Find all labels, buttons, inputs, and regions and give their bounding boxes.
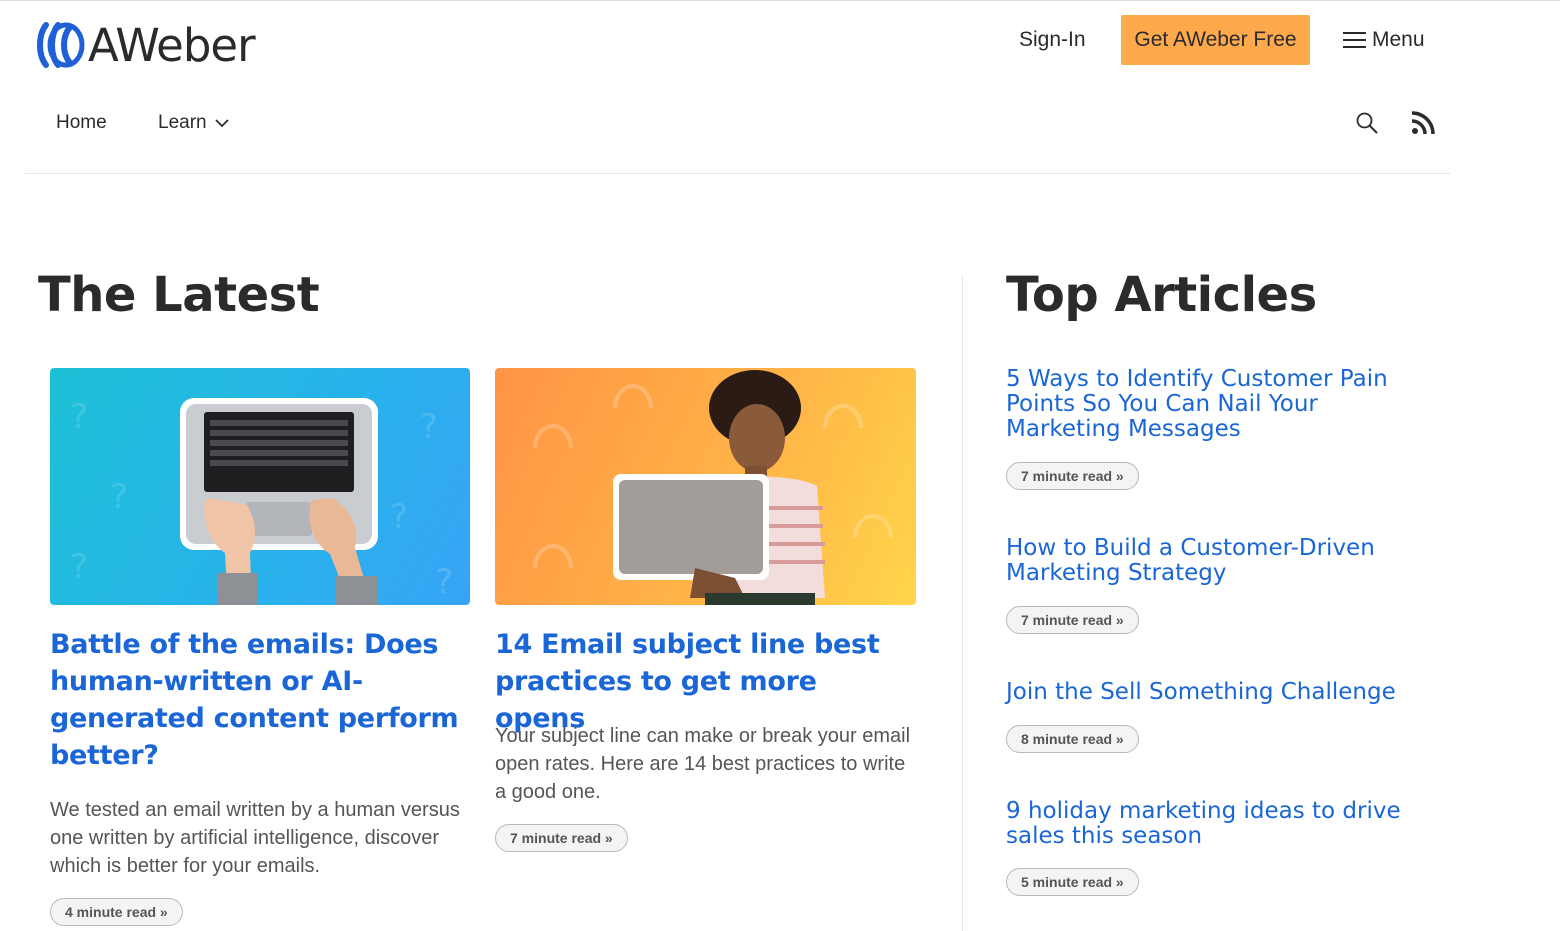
header-divider: [25, 173, 1450, 174]
svg-text:?: ?: [70, 397, 88, 437]
woman-laptop-illustration: [533, 370, 893, 605]
get-aweber-free-button[interactable]: Get AWeber Free: [1121, 15, 1310, 65]
read-time-badge[interactable]: 7 minute read »: [495, 824, 628, 852]
nav-learn-label: Learn: [158, 112, 207, 133]
article-image-laptop-hands[interactable]: ? ? ? ? ? ?: [50, 368, 470, 605]
svg-text:?: ?: [420, 407, 438, 447]
article-excerpt: Your subject line can make or break your…: [495, 725, 911, 803]
svg-text:?: ?: [110, 477, 128, 517]
aweber-wave-icon: [37, 22, 85, 68]
top-articles-heading: Top Articles: [1006, 267, 1317, 323]
read-time-badge[interactable]: 5 minute read »: [1006, 868, 1139, 896]
menu-button[interactable]: Menu: [1343, 28, 1425, 52]
aweber-logo[interactable]: AWeber: [36, 19, 276, 71]
article-title-battle-of-emails[interactable]: Battle of the emails: Does human-written…: [50, 626, 470, 774]
nav-home-link[interactable]: Home: [56, 112, 107, 134]
menu-label: Menu: [1372, 28, 1425, 51]
top-article-link[interactable]: How to Build a Customer-Driven Marketing…: [1006, 536, 1406, 586]
article-image-woman-laptop[interactable]: [495, 368, 916, 605]
top-article-link[interactable]: 9 holiday marketing ideas to drive sales…: [1006, 799, 1406, 849]
nav-learn-dropdown[interactable]: Learn: [158, 112, 229, 134]
top-article-link[interactable]: Join the Sell Something Challenge: [1006, 680, 1406, 705]
latest-heading: The Latest: [38, 267, 320, 323]
svg-text:?: ?: [70, 547, 88, 587]
laptop-illustration: ? ? ? ? ? ?: [70, 397, 453, 605]
svg-text:?: ?: [390, 497, 408, 537]
article-title-subject-lines[interactable]: 14 Email subject line best practices to …: [495, 626, 915, 737]
read-time-badge[interactable]: 7 minute read »: [1006, 606, 1139, 634]
rss-icon[interactable]: [1411, 111, 1435, 135]
hamburger-icon: [1343, 32, 1366, 48]
svg-text:?: ?: [435, 562, 453, 602]
read-time-badge[interactable]: 8 minute read »: [1006, 725, 1139, 753]
search-icon[interactable]: [1355, 111, 1379, 135]
read-time-badge[interactable]: 4 minute read »: [50, 898, 183, 926]
read-time-badge[interactable]: 7 minute read »: [1006, 462, 1139, 490]
article-excerpt: We tested an email written by a human ve…: [50, 799, 460, 877]
chevron-down-icon: [214, 119, 229, 128]
top-article-link[interactable]: 5 Ways to Identify Customer Pain Points …: [1006, 367, 1406, 442]
sign-in-link[interactable]: Sign-In: [1019, 28, 1086, 52]
column-divider: [962, 275, 963, 931]
logo-text: AWeber: [88, 18, 256, 72]
